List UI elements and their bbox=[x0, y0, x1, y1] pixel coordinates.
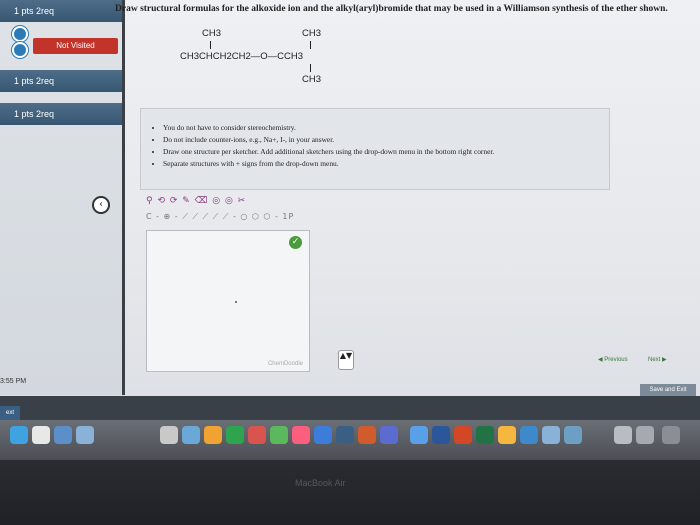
calendar-icon[interactable] bbox=[32, 426, 50, 444]
device-label: MacBook Air bbox=[295, 478, 346, 488]
bond-line bbox=[210, 41, 211, 49]
sketcher-count-stepper[interactable]: ▲▼ bbox=[338, 350, 354, 370]
app-icon[interactable] bbox=[248, 426, 266, 444]
status-badge: Not Visited bbox=[33, 38, 118, 54]
canvas-dot bbox=[235, 301, 237, 303]
sidebar-item-label: 1 pts 2req bbox=[14, 6, 55, 16]
instructions-panel: You do not have to consider stereochemis… bbox=[140, 108, 610, 190]
app-icon[interactable] bbox=[160, 426, 178, 444]
app-icon[interactable] bbox=[520, 426, 538, 444]
laptop-bezel bbox=[0, 460, 700, 525]
app-icon[interactable] bbox=[54, 426, 72, 444]
app-icon[interactable] bbox=[314, 426, 332, 444]
next-button[interactable]: Next ▶ bbox=[648, 356, 667, 363]
save-exit-button[interactable]: Save and Exit bbox=[640, 384, 696, 396]
app-icon[interactable] bbox=[76, 426, 94, 444]
status-circle-icon bbox=[12, 26, 28, 42]
status-circle-icon bbox=[12, 42, 28, 58]
sidebar-item-label: 1 pts 2req bbox=[14, 109, 55, 119]
question-text: Draw structural formulas for the alkoxid… bbox=[115, 4, 668, 14]
collapse-sidebar-button[interactable]: ‹ bbox=[92, 196, 110, 214]
app-icon[interactable] bbox=[636, 426, 654, 444]
methyl-top-left: CH3 bbox=[202, 28, 222, 39]
app-icon[interactable] bbox=[614, 426, 632, 444]
app-icon[interactable] bbox=[292, 426, 310, 444]
sketcher-canvas[interactable]: ✓ ChemDoodle bbox=[146, 230, 310, 372]
sketcher-toolbar-bonds[interactable]: C - ⊕ - ⟋ ⟋ ⟋ ⟋ ⟋ - ○ ⬡ ⬡ - 1P bbox=[146, 212, 336, 224]
word-icon[interactable] bbox=[432, 426, 450, 444]
instruction-item: Do not include counter-ions, e.g., Na+, … bbox=[163, 135, 609, 144]
app-icon[interactable] bbox=[336, 426, 354, 444]
chemdoodle-watermark: ChemDoodle bbox=[267, 361, 303, 367]
instruction-item: Draw one structure per sketcher. Add add… bbox=[163, 147, 609, 156]
footer-bar bbox=[0, 396, 700, 420]
previous-button[interactable]: ◀ Previous bbox=[598, 356, 628, 363]
methyl-top-right: CH3 bbox=[302, 28, 322, 39]
main-chain: CH3CHCH2CH2—O—CCH3 bbox=[180, 51, 303, 62]
methyl-bottom: CH3 bbox=[302, 74, 322, 85]
instruction-item: You do not have to consider stereochemis… bbox=[163, 123, 609, 132]
app-icon[interactable] bbox=[410, 426, 428, 444]
sidebar-item-q2[interactable]: 1 pts 2req bbox=[0, 70, 122, 92]
app-icon[interactable] bbox=[226, 426, 244, 444]
instruction-item: Separate structures with + signs from th… bbox=[163, 159, 609, 168]
previous-label: Previous bbox=[604, 357, 628, 363]
bond-line bbox=[310, 41, 311, 49]
app-icon[interactable] bbox=[498, 426, 516, 444]
app-icon[interactable] bbox=[542, 426, 560, 444]
sidebar-item-q1[interactable]: 1 pts 2req bbox=[0, 0, 122, 22]
app-icon[interactable] bbox=[564, 426, 582, 444]
sidebar-item-label: 1 pts 2req bbox=[14, 76, 55, 86]
finder-icon[interactable] bbox=[10, 426, 28, 444]
check-icon[interactable]: ✓ bbox=[289, 236, 302, 249]
clock-time: 3:55 PM bbox=[0, 378, 27, 385]
next-label: Next bbox=[648, 357, 661, 363]
bottom-tab[interactable]: ext bbox=[0, 406, 20, 420]
app-icon[interactable] bbox=[182, 426, 200, 444]
bond-line bbox=[310, 64, 311, 72]
app-icon[interactable] bbox=[358, 426, 376, 444]
excel-icon[interactable] bbox=[476, 426, 494, 444]
screen: 1 pts 2req Not Visited 1 pts 2req 1 pts … bbox=[0, 0, 700, 420]
app-icon[interactable] bbox=[270, 426, 288, 444]
powerpoint-icon[interactable] bbox=[454, 426, 472, 444]
trash-icon[interactable] bbox=[662, 426, 680, 444]
sketcher-toolbar-top[interactable]: ⚲ ⟲ ⟳ ✎ ⌫ ◎ ◎ ✂ bbox=[146, 196, 306, 208]
sidebar-item-q3[interactable]: 1 pts 2req bbox=[0, 103, 122, 125]
app-icon[interactable] bbox=[204, 426, 222, 444]
app-icon[interactable] bbox=[380, 426, 398, 444]
ether-structure: CH3 CH3CHCH2CH2—O—CCH3 CH3 CH3 bbox=[180, 28, 350, 93]
